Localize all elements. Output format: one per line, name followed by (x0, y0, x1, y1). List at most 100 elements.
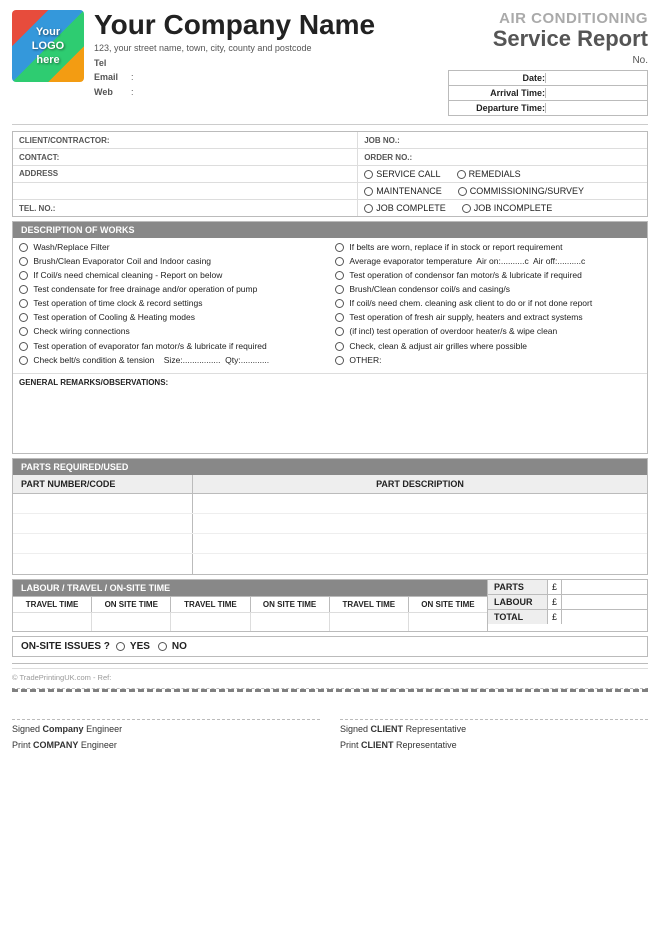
print-company-printed: Print (12, 740, 31, 750)
job-type-cell-1: SERVICE CALL REMEDIALS (358, 166, 647, 182)
checklist-area: Wash/Replace Filter Brush/Clean Evaporat… (13, 238, 647, 372)
tel-label: Tel (94, 56, 126, 70)
tel-row: Tel (94, 56, 448, 70)
maintenance-option[interactable]: MAINTENANCE (364, 186, 442, 196)
check-radio-r5[interactable] (335, 313, 344, 322)
commissioning-radio[interactable] (458, 187, 467, 196)
remarks-area: GENERAL REMARKS/OBSERVATIONS: (13, 373, 647, 453)
print-client-role: CLIENT (361, 740, 394, 750)
remedials-radio[interactable] (457, 170, 466, 179)
company-contacts: Tel Email : Web : (94, 56, 448, 99)
total-value[interactable] (562, 610, 647, 624)
parts-total-label: PARTS (488, 580, 548, 594)
print-company-role: COMPANY (33, 740, 78, 750)
address-row1: ADDRESS SERVICE CALL REMEDIALS (13, 166, 647, 183)
tel-address-row: TEL. NO.: JOB COMPLETE JOB INCOMPLETE (13, 200, 647, 216)
remedials-option[interactable]: REMEDIALS (457, 169, 521, 179)
checklist-item: Check, clean & adjust air grilles where … (335, 341, 641, 352)
labour-total-value[interactable] (562, 595, 647, 609)
parts-desc-4[interactable] (193, 554, 647, 574)
onsite-section: ON-SITE ISSUES ? YES NO (12, 636, 648, 657)
check-radio-l0[interactable] (19, 243, 28, 252)
sig-client-line[interactable] (340, 700, 648, 720)
travel-label-1: TRAVEL TIME (15, 600, 89, 609)
check-radio-r1[interactable] (335, 257, 344, 266)
job-type-cell-3: JOB COMPLETE JOB INCOMPLETE (358, 200, 647, 216)
remedials-label: REMEDIALS (469, 169, 521, 179)
checklist-item: If coil/s need chem. cleaning ask client… (335, 298, 641, 309)
check-radio-l3[interactable] (19, 285, 28, 294)
address-label: ADDRESS (19, 169, 58, 178)
job-complete-radio[interactable] (364, 204, 373, 213)
signatures-row: Signed Company Engineer Print COMPANY En… (12, 700, 648, 750)
date-row: Date: (449, 71, 647, 86)
departure-value[interactable] (545, 103, 641, 113)
address-cell-2 (13, 183, 358, 199)
onsite-val-1[interactable] (92, 613, 171, 631)
parts-desc-1[interactable] (193, 494, 647, 513)
parts-table-header: PART NUMBER/CODE PART DESCRIPTION (13, 475, 647, 494)
parts-col-description-header: PART DESCRIPTION (193, 475, 647, 493)
job-incomplete-radio[interactable] (462, 204, 471, 213)
job-complete-label: JOB COMPLETE (376, 203, 446, 213)
travel-val-2[interactable] (171, 613, 250, 631)
sig-company-line[interactable] (12, 700, 320, 720)
parts-number-4[interactable] (13, 554, 193, 574)
check-label-l2: If Coil/s need chemical cleaning - Repor… (31, 270, 222, 281)
logo-image: Your LOGO here (12, 10, 84, 82)
order-no-cell: ORDER NO.: (358, 149, 647, 165)
onsite-no-radio[interactable] (158, 642, 167, 651)
parts-desc-3[interactable] (193, 534, 647, 553)
check-radio-l1[interactable] (19, 257, 28, 266)
parts-row (13, 534, 647, 554)
check-radio-l7[interactable] (19, 342, 28, 351)
travel-val-3[interactable] (330, 613, 409, 631)
client-contractor-cell: CLIENT/CONTRACTOR: (13, 132, 358, 148)
checklist-item: (if incl) test operation of overdoor hea… (335, 326, 641, 337)
web-value: : (129, 87, 134, 97)
contact-label: CONTACT: (19, 153, 59, 162)
parts-number-2[interactable] (13, 514, 193, 533)
check-radio-l8[interactable] (19, 356, 28, 365)
parts-total-row: PARTS £ (488, 580, 647, 595)
check-radio-r7[interactable] (335, 342, 344, 351)
check-radio-r4[interactable] (335, 299, 344, 308)
onsite-col-1: ON SITE TIME (92, 597, 171, 612)
service-call-radio[interactable] (364, 170, 373, 179)
arrival-value[interactable] (545, 88, 641, 98)
labour-title: LABOUR / TRAVEL / ON-SITE TIME (13, 580, 487, 596)
maintenance-radio[interactable] (364, 187, 373, 196)
check-radio-l4[interactable] (19, 299, 28, 308)
check-radio-r0[interactable] (335, 243, 344, 252)
time-cols-row: TRAVEL TIME ON SITE TIME TRAVEL TIME ON … (13, 596, 487, 612)
onsite-yes-radio[interactable] (116, 642, 125, 651)
checklist-item: Check wiring connections (19, 326, 325, 337)
copyright-text: © TradePrintingUK.com - Ref: (12, 673, 111, 682)
check-radio-r3[interactable] (335, 285, 344, 294)
service-call-option[interactable]: SERVICE CALL (364, 169, 440, 179)
checklist-item: Wash/Replace Filter (19, 242, 325, 253)
parts-number-3[interactable] (13, 534, 193, 553)
labour-total-row: LABOUR £ (488, 595, 647, 610)
parts-desc-2[interactable] (193, 514, 647, 533)
date-value[interactable] (545, 73, 641, 83)
check-label-l1: Brush/Clean Evaporator Coil and Indoor c… (31, 256, 211, 267)
check-radio-l6[interactable] (19, 327, 28, 336)
check-radio-l2[interactable] (19, 271, 28, 280)
parts-total-value[interactable] (562, 580, 647, 594)
check-radio-l5[interactable] (19, 313, 28, 322)
onsite-val-2[interactable] (251, 613, 330, 631)
travel-val-1[interactable] (13, 613, 92, 631)
check-radio-r6[interactable] (335, 327, 344, 336)
check-radio-r8[interactable] (335, 356, 344, 365)
onsite-no-label: NO (172, 641, 187, 652)
parts-number-1[interactable] (13, 494, 193, 513)
check-label-r8: OTHER: (347, 355, 381, 366)
departure-label: Departure Time: (455, 103, 545, 113)
onsite-val-3[interactable] (409, 613, 487, 631)
job-incomplete-option[interactable]: JOB INCOMPLETE (462, 203, 553, 213)
check-radio-r2[interactable] (335, 271, 344, 280)
travel-col-1: TRAVEL TIME (13, 597, 92, 612)
commissioning-option[interactable]: COMMISSIONING/SURVEY (458, 186, 584, 196)
job-complete-option[interactable]: JOB COMPLETE (364, 203, 446, 213)
